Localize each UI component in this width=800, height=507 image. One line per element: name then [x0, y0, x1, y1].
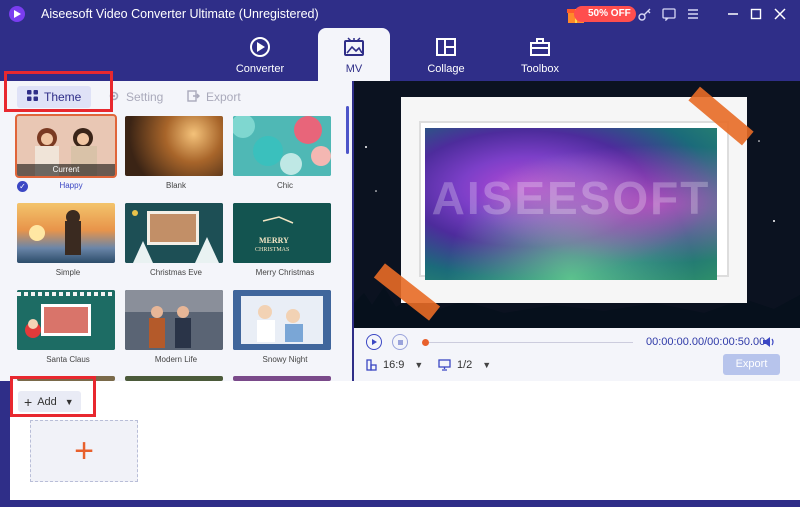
feedback-icon[interactable] [660, 5, 678, 23]
export-icon [187, 89, 200, 105]
tab-collage-label: Collage [427, 63, 465, 75]
aspect-ratio-value: 16:9 [383, 359, 405, 371]
theme-thumb-christmas-eve[interactable] [125, 203, 223, 263]
theme-thumb-blank[interactable] [125, 116, 223, 176]
current-badge: Current [17, 164, 115, 176]
theme-thumb-modern-life[interactable] [125, 290, 223, 350]
subtab-setting[interactable]: Setting [108, 86, 163, 108]
key-icon[interactable] [636, 5, 654, 23]
converter-icon [248, 35, 272, 59]
balloons-image [233, 116, 331, 176]
play-icon [372, 339, 377, 345]
progress-track[interactable] [429, 342, 633, 343]
watermark-text: AISEESOFT [431, 172, 711, 224]
tab-converter[interactable]: Converter [224, 28, 296, 81]
collage-icon [434, 35, 458, 59]
chevron-down-icon: ▼ [414, 360, 424, 370]
svg-text:MERRY: MERRY [259, 236, 289, 245]
close-icon[interactable] [771, 5, 789, 23]
subtab-export-label: Export [206, 90, 241, 104]
monitor-icon [438, 359, 451, 371]
theme-label-simple: Simple [55, 268, 81, 277]
screen-ratio-value: 1/2 [457, 359, 473, 371]
santa-claus-image [17, 290, 115, 350]
stop-button[interactable] [392, 334, 408, 350]
chevron-down-icon: ▼ [482, 360, 492, 370]
stop-icon [397, 339, 403, 345]
theme-label-santa-claus: Santa Claus [46, 355, 90, 364]
snowy-night-image [233, 290, 331, 350]
beach-photo [29, 210, 81, 255]
theme-thumb-santa-claus[interactable] [17, 290, 115, 350]
subtab-export[interactable]: Export [187, 86, 241, 108]
svg-text:CHRISTMAS: CHRISTMAS [255, 247, 289, 253]
play-button[interactable] [366, 334, 382, 350]
preview-window: AISEESOFT [354, 81, 800, 328]
christmas-eve-image [125, 203, 223, 263]
timecode: 00:00:00.00/00:00:50.00 [646, 336, 766, 348]
export-button[interactable]: Export [723, 354, 780, 375]
menu-icon[interactable] [684, 5, 702, 23]
progress-handle[interactable] [422, 339, 429, 346]
theme-label-modern-life: Modern Life [154, 355, 198, 364]
promo-badge: 50% OFF [574, 6, 636, 22]
tab-toolbox[interactable]: Toolbox [504, 28, 576, 81]
player-controls: 00:00:00.00/00:00:50.00 16:9 ▼ 1/2 ▼ Exp… [354, 328, 800, 381]
theme-label-snowy-night: Snowy Night [262, 355, 308, 364]
tab-converter-label: Converter [235, 63, 285, 75]
title-bar: Aiseesoft Video Converter Ultimate (Unre… [0, 0, 800, 28]
theme-thumb-snowy-night[interactable] [233, 290, 331, 350]
modern-life-photo [125, 290, 223, 350]
volume-icon[interactable] [762, 336, 775, 348]
tab-toolbox-label: Toolbox [521, 63, 559, 75]
theme-label-christmas-eve: Christmas Eve [149, 268, 202, 277]
app-title: Aiseesoft Video Converter Ultimate (Unre… [41, 7, 319, 21]
theme-label-happy: Happy [59, 181, 83, 190]
maximize-icon[interactable] [747, 5, 765, 23]
app-logo-icon [9, 6, 25, 22]
merry-christmas-image: MERRY CHRISTMAS [233, 203, 331, 263]
mv-icon [342, 35, 366, 59]
theme-thumb-simple[interactable] [17, 203, 115, 263]
theme-thumb-merry-christmas[interactable]: MERRY CHRISTMAS [233, 203, 331, 263]
tab-collage[interactable]: Collage [410, 28, 482, 81]
theme-thumb-chic[interactable] [233, 116, 331, 176]
theme-scrollbar[interactable] [346, 106, 349, 154]
aspect-ratio-select[interactable]: 16:9 ▼ [366, 359, 423, 371]
screen-ratio-select[interactable]: 1/2 ▼ [438, 359, 491, 371]
promo-offer[interactable]: 50% OFF [566, 3, 636, 25]
tab-mv-label: MV [345, 63, 363, 75]
theme-label-merry-christmas: Merry Christmas [255, 268, 315, 277]
toolbox-icon [528, 35, 552, 59]
theme-label-blank: Blank [165, 181, 186, 190]
subtab-setting-label: Setting [126, 90, 164, 104]
highlight-box-theme [4, 71, 113, 112]
highlight-box-add [10, 376, 96, 417]
add-media-plus-icon[interactable]: + [30, 420, 138, 482]
theme-thumb-happy[interactable]: Current [15, 114, 117, 178]
tab-mv[interactable]: MV [318, 28, 390, 81]
main-nav: Converter MV Collage Toolbox [0, 28, 800, 81]
theme-label-chic: Chic [276, 181, 293, 190]
aspect-ratio-icon [366, 359, 377, 371]
minimize-icon[interactable] [724, 5, 742, 23]
